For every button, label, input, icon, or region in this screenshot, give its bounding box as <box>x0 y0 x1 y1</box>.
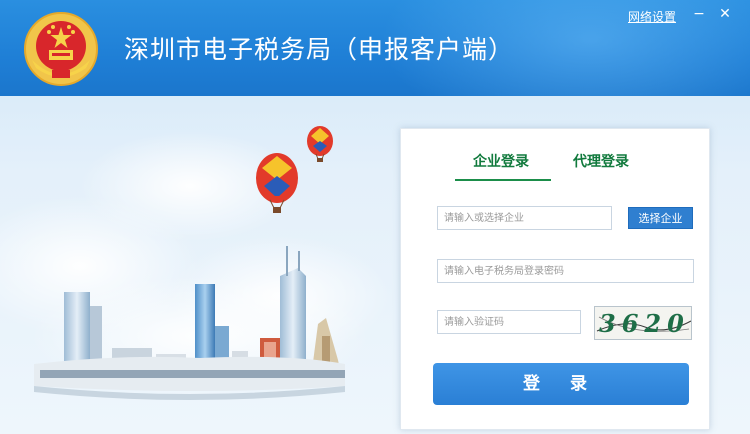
app-title: 深圳市电子税务局（申报客户端） <box>124 35 515 64</box>
title-bar: 深圳市电子税务局（申报客户端） 网络设置 − ✕ <box>0 0 750 96</box>
national-emblem-icon <box>24 12 98 86</box>
password-input[interactable] <box>437 259 694 283</box>
company-input[interactable] <box>437 206 612 230</box>
captcha-input[interactable] <box>437 310 581 334</box>
city-skyline-illustration <box>0 126 390 400</box>
hot-air-balloon-small <box>307 126 333 162</box>
active-tab-indicator <box>455 179 551 181</box>
login-panel: 企业登录 代理登录 选择企业 3620 登 录 <box>400 128 710 430</box>
network-settings-link[interactable]: 网络设置 <box>628 8 676 25</box>
login-button[interactable]: 登 录 <box>433 363 689 405</box>
captcha-text: 3620 <box>599 309 690 338</box>
tab-enterprise-login[interactable]: 企业登录 <box>473 151 529 171</box>
minimize-button[interactable]: − <box>690 6 708 22</box>
close-button[interactable]: ✕ <box>716 6 734 22</box>
tab-agent-login[interactable]: 代理登录 <box>573 151 629 171</box>
select-company-button[interactable]: 选择企业 <box>628 207 693 229</box>
login-window: 深圳市电子税务局（申报客户端） 网络设置 − ✕ 企业登录 代理登录 请输入或选… <box>0 0 750 434</box>
captcha-image[interactable]: 3620 <box>594 306 692 340</box>
